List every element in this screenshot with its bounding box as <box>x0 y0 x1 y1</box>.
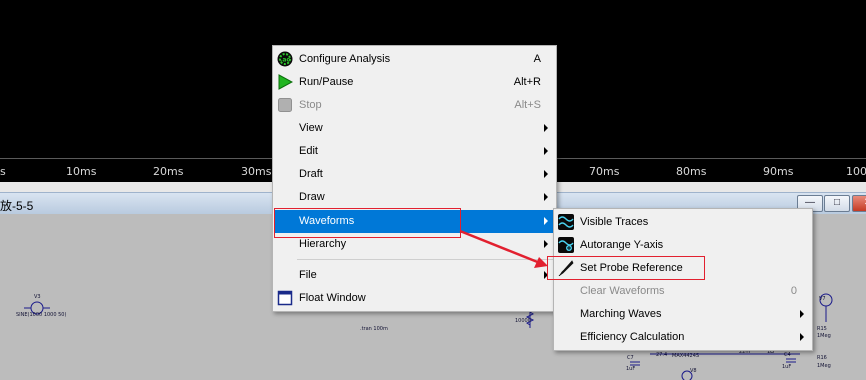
window-title: 放-5-5 <box>0 199 34 213</box>
submenu-arrow-icon <box>544 193 548 201</box>
float-window-icon <box>277 290 293 306</box>
menu-item-edit[interactable]: Edit <box>274 140 555 163</box>
schematic-label: C7 <box>627 355 634 361</box>
run-icon <box>278 74 293 90</box>
schematic-label: SINE(1000 1000 50) <box>16 312 67 318</box>
menu-item-stop[interactable]: Stop Alt+S <box>274 94 555 117</box>
submenu-item-autorange-y-axis[interactable]: Autorange Y-axis <box>555 234 811 257</box>
schematic-label: V3 <box>34 294 41 300</box>
schematic-label: R15 <box>817 326 827 332</box>
menu-item-file[interactable]: File <box>274 264 555 287</box>
submenu-item-efficiency-calculation[interactable]: Efficiency Calculation <box>555 326 811 349</box>
schematic-label: 10000 <box>515 318 531 324</box>
schematic-label: .tran 100m <box>360 326 388 332</box>
autorange-icon <box>558 237 574 253</box>
svg-text:.ac: .ac <box>280 57 290 64</box>
annotation-box-probe-reference <box>547 256 705 280</box>
submenu-item-visible-traces[interactable]: Visible Traces <box>555 211 811 234</box>
schematic-label: 1Meg <box>817 333 831 339</box>
x-tick: 70ms <box>589 165 620 178</box>
schematic-label: MAX4424S <box>672 353 700 359</box>
menu-item-configure-analysis[interactable]: .ac Configure Analysis A <box>274 48 555 71</box>
x-tick: 10ms <box>66 165 97 178</box>
submenu-item-marching-waves[interactable]: Marching Waves <box>555 303 811 326</box>
schematic-label: V8 <box>690 368 697 374</box>
x-tick: 30ms <box>241 165 272 178</box>
submenu-arrow-icon <box>544 217 548 225</box>
x-tick: 80ms <box>676 165 707 178</box>
visible-traces-icon <box>558 214 574 230</box>
submenu-arrow-icon <box>800 333 804 341</box>
schematic-label: 1uF <box>626 366 636 372</box>
submenu-arrow-icon <box>800 310 804 318</box>
menu-item-view[interactable]: View <box>274 117 555 140</box>
x-tick: 20ms <box>153 165 184 178</box>
x-tick: s <box>0 165 6 178</box>
close-button[interactable]: ✕ <box>852 195 866 212</box>
x-tick: 100 <box>846 165 866 178</box>
maximize-button[interactable]: □ <box>824 195 850 212</box>
submenu-arrow-icon <box>544 170 548 178</box>
submenu-item-clear-waveforms[interactable]: Clear Waveforms 0 <box>555 280 811 303</box>
schematic-label: V7 <box>819 296 826 302</box>
menu-item-draw[interactable]: Draw <box>274 186 555 209</box>
context-menu: .ac Configure Analysis A Run/Pause Alt+R… <box>272 45 557 312</box>
x-tick: 90ms <box>763 165 794 178</box>
schematic-label: R16 <box>817 355 827 361</box>
menu-item-float-window[interactable]: Float Window <box>274 287 555 310</box>
menu-separator <box>297 259 554 260</box>
submenu-arrow-icon <box>544 240 548 248</box>
schematic-label: C4 <box>784 352 791 358</box>
annotation-box-waveforms <box>274 208 461 238</box>
submenu-arrow-icon <box>544 124 548 132</box>
schematic-label: 1uF <box>782 364 792 370</box>
submenu-arrow-icon <box>544 147 548 155</box>
schematic-label: 1Meg <box>817 363 831 369</box>
menu-item-draft[interactable]: Draft <box>274 163 555 186</box>
menu-item-run-pause[interactable]: Run/Pause Alt+R <box>274 71 555 94</box>
configure-analysis-icon: .ac <box>277 51 293 67</box>
stop-icon <box>278 98 292 112</box>
schematic-label: 27.4 <box>656 352 668 358</box>
